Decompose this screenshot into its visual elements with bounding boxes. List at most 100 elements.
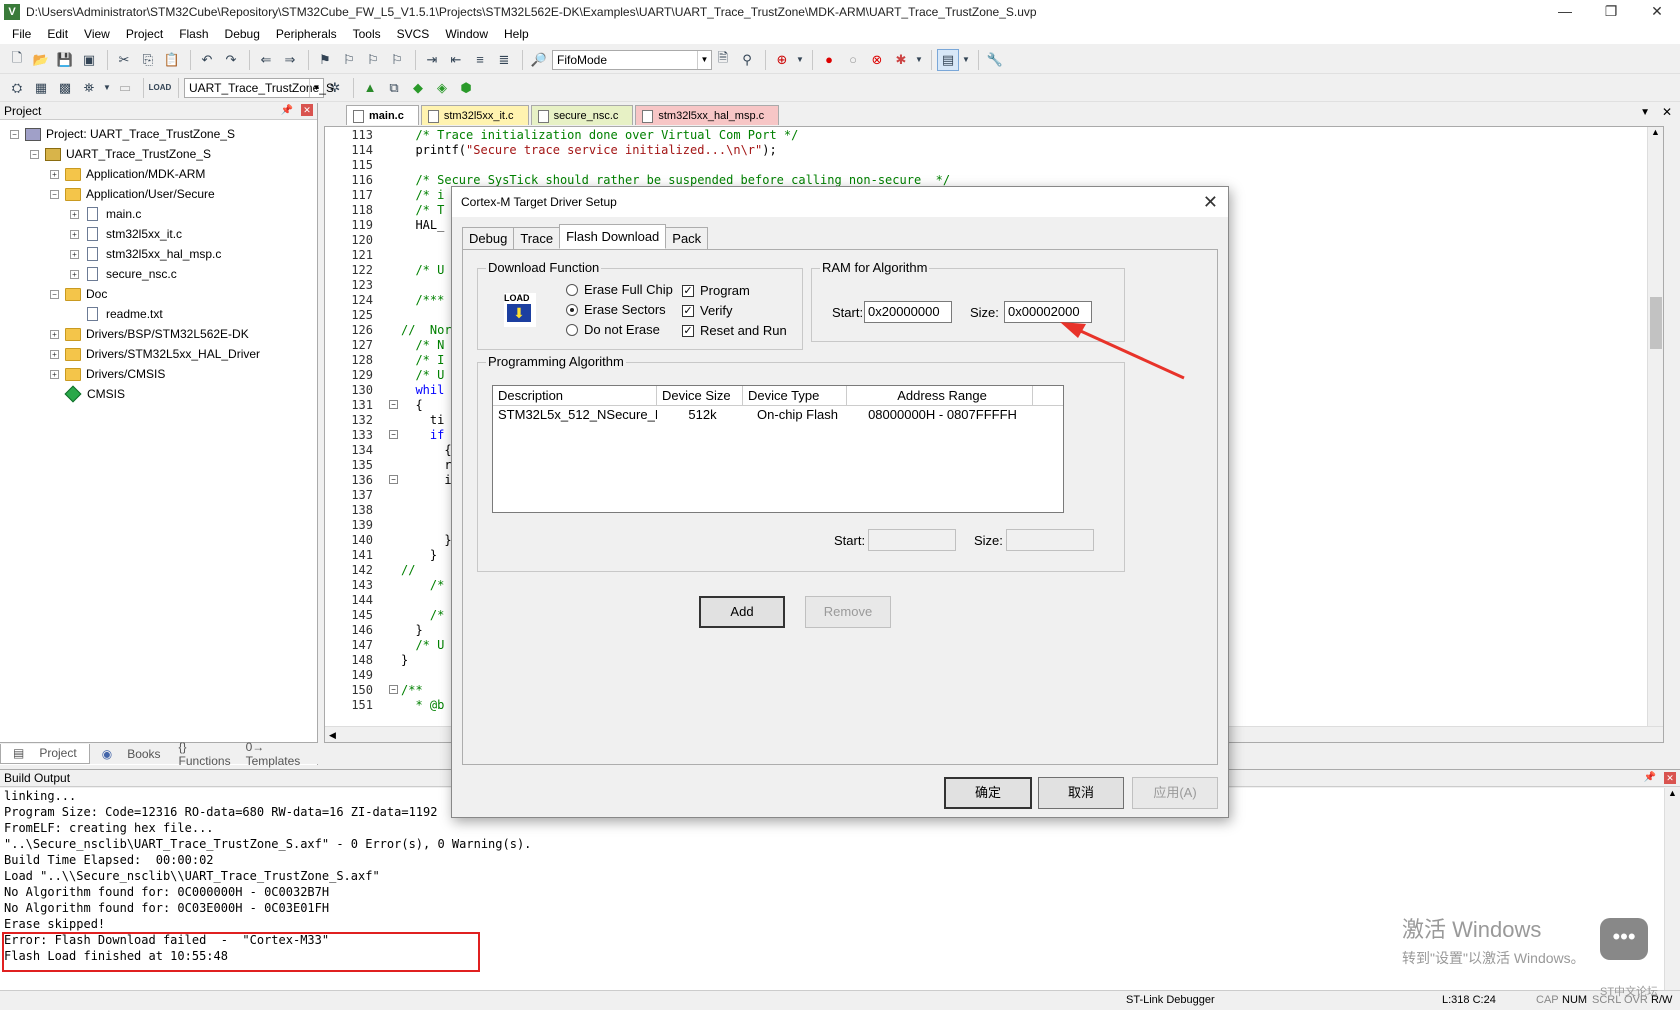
tab-trace[interactable]: Trace xyxy=(513,227,561,249)
tree-item[interactable]: + main.c xyxy=(0,204,317,224)
chevron-down-icon[interactable]: ▼ xyxy=(102,77,112,99)
paste-icon[interactable]: 📋 xyxy=(161,49,183,71)
new-file-icon[interactable]: 🗋 xyxy=(6,49,28,71)
wrench-icon[interactable]: 🔧 xyxy=(984,49,1006,71)
manage-project-icon[interactable]: ▲ xyxy=(359,77,381,99)
tab-debug[interactable]: Debug xyxy=(462,227,515,249)
rebuild-icon[interactable]: ▩ xyxy=(54,77,76,99)
program-check-box[interactable]: ✓ xyxy=(682,284,694,297)
batch-build-icon[interactable]: ⛯ xyxy=(78,77,100,99)
collapse-icon[interactable]: − xyxy=(389,400,398,409)
algorithm-table[interactable]: Description Device Size Device Type Addr… xyxy=(492,385,1064,513)
collapse-icon[interactable]: − xyxy=(10,129,19,139)
chat-bubble-icon[interactable]: ••• xyxy=(1600,918,1648,960)
do-not-erase-radio[interactable]: Do not Erase xyxy=(566,322,660,337)
menu-svcs[interactable]: SVCS xyxy=(389,27,438,41)
prev-bookmark-icon[interactable]: ⚐ xyxy=(338,49,360,71)
find-combo[interactable]: FifoMode ▼ xyxy=(552,49,712,70)
expand-icon[interactable]: + xyxy=(50,329,59,339)
do-not-erase-radio-button[interactable] xyxy=(566,323,578,336)
remove-button[interactable]: Remove xyxy=(805,596,891,628)
expand-icon[interactable]: + xyxy=(50,369,59,379)
build-output-scrollbar[interactable]: ▲ xyxy=(1664,788,1680,990)
tree-item[interactable]: + stm32l5xx_hal_msp.c xyxy=(0,244,317,264)
expand-icon[interactable]: + xyxy=(70,249,79,259)
column-address-range[interactable]: Address Range xyxy=(847,386,1033,405)
tree-item[interactable]: + Drivers/CMSIS xyxy=(0,364,317,384)
unindent-icon[interactable]: ⇤ xyxy=(445,49,467,71)
column-device-size[interactable]: Device Size xyxy=(657,386,743,405)
close-icon[interactable]: ✕ xyxy=(1662,105,1672,119)
configure-icon[interactable]: ✱ xyxy=(890,49,912,71)
expand-icon[interactable]: + xyxy=(70,229,79,239)
algo-size-field[interactable] xyxy=(1006,529,1094,551)
collapse-icon[interactable]: − xyxy=(50,289,59,299)
tab-functions[interactable]: {} Functions xyxy=(173,740,240,768)
collapse-icon[interactable]: − xyxy=(389,475,398,484)
undo-icon[interactable]: ↶ xyxy=(196,49,218,71)
erase-full-chip-radio[interactable]: Erase Full Chip xyxy=(566,282,673,297)
reset-and-run-checkbox[interactable]: ✓ Reset and Run xyxy=(682,323,787,338)
copy-icon[interactable]: ⎘ xyxy=(137,49,159,71)
menu-file[interactable]: File xyxy=(4,27,39,41)
erase-full-chip-radio-button[interactable] xyxy=(566,283,578,296)
window-layout-icon[interactable]: ▤ xyxy=(937,48,959,71)
pack-installer-icon[interactable]: ◆ xyxy=(407,77,429,99)
tab-stm32l5xx-it-c[interactable]: stm32l5xx_it.c xyxy=(420,105,529,125)
tree-item[interactable]: + secure_nsc.c xyxy=(0,264,317,284)
tab-books[interactable]: ◉ Books xyxy=(90,744,173,764)
menu-help[interactable]: Help xyxy=(496,27,537,41)
breakpoint-icon[interactable]: ● xyxy=(818,49,840,71)
chevron-down-icon[interactable]: ▼ xyxy=(309,78,323,97)
tab-main-c[interactable]: main.c xyxy=(346,105,419,125)
menu-project[interactable]: Project xyxy=(118,27,171,41)
tab-project[interactable]: ▤ Project xyxy=(0,743,90,764)
nav-back-icon[interactable]: ⇐ xyxy=(255,49,277,71)
scrollbar-thumb[interactable] xyxy=(1650,297,1662,349)
kill-breakpoints-icon[interactable]: ⊗ xyxy=(866,49,888,71)
tree-item[interactable]: − Doc xyxy=(0,284,317,304)
menu-window[interactable]: Window xyxy=(437,27,496,41)
expand-icon[interactable]: + xyxy=(50,169,59,179)
target-select[interactable]: UART_Trace_TrustZone_S ▼ xyxy=(184,77,334,98)
nav-forward-icon[interactable]: ⇒ xyxy=(279,49,301,71)
collapse-icon[interactable]: − xyxy=(50,189,59,199)
ram-size-field[interactable]: 0x00002000 xyxy=(1004,301,1092,323)
scroll-left-icon[interactable]: ◀ xyxy=(325,730,336,740)
add-button[interactable]: Add xyxy=(699,596,785,628)
build-icon[interactable]: ▦ xyxy=(30,77,52,99)
pin-icon[interactable]: 📌 xyxy=(1644,772,1656,783)
clear-bookmarks-icon[interactable]: ⚐ xyxy=(386,49,408,71)
tree-item[interactable]: − UART_Trace_TrustZone_S xyxy=(0,144,317,164)
tab-flash-download[interactable]: Flash Download xyxy=(559,224,667,249)
comment-icon[interactable]: ≡ xyxy=(469,49,491,71)
tree-item[interactable]: + Drivers/STM32L5xx_HAL_Driver xyxy=(0,344,317,364)
tab-pack[interactable]: Pack xyxy=(665,227,709,249)
chevron-down-icon[interactable]: ▼ xyxy=(1640,107,1650,118)
tree-item[interactable]: + Application/MDK-ARM xyxy=(0,164,317,184)
cut-icon[interactable]: ✂ xyxy=(113,49,135,71)
editor-vertical-scrollbar[interactable]: ▲ xyxy=(1647,127,1663,742)
apply-button[interactable]: 应用(A) xyxy=(1132,777,1218,809)
menu-debug[interactable]: Debug xyxy=(217,27,268,41)
close-icon[interactable]: ✕ xyxy=(1203,192,1218,213)
menu-view[interactable]: View xyxy=(76,27,118,41)
tree-item[interactable]: CMSIS xyxy=(0,384,317,404)
manage-rte-icon[interactable]: ⬢ xyxy=(455,77,477,99)
close-icon[interactable]: ✕ xyxy=(1634,0,1680,24)
column-description[interactable]: Description xyxy=(493,386,657,405)
algo-start-field[interactable] xyxy=(868,529,956,551)
next-bookmark-icon[interactable]: ⚐ xyxy=(362,49,384,71)
erase-sectors-radio[interactable]: Erase Sectors xyxy=(566,302,666,317)
debug-start-icon[interactable]: ⊕ xyxy=(771,49,793,71)
tab-stm32l5xx-hal-msp-c[interactable]: stm32l5xx_hal_msp.c xyxy=(635,105,780,125)
collapse-icon[interactable]: − xyxy=(30,149,39,159)
menu-tools[interactable]: Tools xyxy=(345,27,389,41)
tree-item[interactable]: readme.txt xyxy=(0,304,317,324)
bookmark-icon[interactable]: ⚑ xyxy=(314,49,336,71)
table-row[interactable]: STM32L5x_512_NSecure_F... 512k On-chip F… xyxy=(493,406,1063,424)
tree-item[interactable]: − Project: UART_Trace_TrustZone_S xyxy=(0,124,317,144)
ok-button[interactable]: 确定 xyxy=(944,777,1032,809)
select-packs-icon[interactable]: ◈ xyxy=(431,77,453,99)
cancel-button[interactable]: 取消 xyxy=(1038,777,1124,809)
